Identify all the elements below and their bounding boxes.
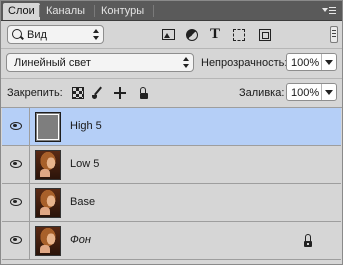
tab-separator [39, 5, 40, 17]
eye-icon [10, 160, 22, 168]
eye-icon [10, 236, 22, 244]
panel-tab-bar: Слои Каналы Контуры [1, 1, 342, 21]
lock-label: Закрепить: [7, 87, 63, 99]
visibility-toggle[interactable] [2, 184, 30, 222]
layer-thumbnail [35, 150, 61, 180]
opacity-label: Непрозрачность: [201, 57, 288, 69]
type-filter-icon[interactable]: T [210, 26, 223, 42]
image-filter-icon[interactable] [162, 29, 175, 40]
opacity-value: 100% [291, 57, 320, 69]
lock-transparent-pixels-icon[interactable] [72, 87, 84, 99]
panel-menu-icon[interactable] [322, 4, 336, 16]
layer-name[interactable]: High 5 [70, 120, 102, 132]
layer-row[interactable]: Base [2, 184, 341, 222]
up-down-arrows-icon [93, 29, 99, 40]
lock-position-icon[interactable] [114, 87, 126, 99]
smart-object-filter-icon[interactable] [259, 29, 271, 41]
fill-dropdown-arrow[interactable] [321, 84, 336, 100]
layers-panel: Слои Каналы Контуры Вид T Линейный свет … [0, 0, 343, 265]
layer-row[interactable]: Фон [2, 222, 341, 260]
blend-mode-value: Линейный свет [14, 57, 91, 69]
layers-list: High 5 Low 5 Base Фон [2, 108, 341, 264]
layer-name[interactable]: Фон [70, 234, 91, 246]
visibility-toggle[interactable] [2, 146, 30, 184]
tab-separator [153, 5, 154, 17]
tab-paths[interactable]: Контуры [96, 3, 149, 20]
divider [1, 48, 342, 49]
divider [1, 78, 342, 79]
opacity-dropdown-arrow[interactable] [321, 54, 336, 70]
fill-value: 100% [291, 87, 320, 99]
fill-field[interactable]: 100% [286, 83, 337, 101]
lock-icon[interactable] [302, 234, 314, 247]
visibility-toggle[interactable] [2, 108, 30, 146]
layer-thumbnail [35, 112, 61, 142]
opacity-field[interactable]: 100% [286, 53, 337, 71]
filter-kind-select[interactable]: Вид [7, 25, 104, 44]
layer-row[interactable]: High 5 [2, 108, 341, 146]
tab-channels[interactable]: Каналы [41, 3, 90, 20]
tab-layers[interactable]: Слои [3, 3, 40, 20]
fill-label: Заливка: [239, 87, 285, 99]
lock-image-pixels-icon[interactable] [92, 87, 104, 99]
lock-all-icon[interactable] [138, 87, 150, 99]
visibility-toggle[interactable] [2, 222, 30, 260]
layer-name[interactable]: Low 5 [70, 158, 99, 170]
layer-row[interactable]: Low 5 [2, 146, 341, 184]
up-down-arrows-icon [183, 57, 189, 68]
layer-thumbnail [35, 188, 61, 218]
eye-icon [10, 122, 22, 130]
eye-icon [10, 198, 22, 206]
filter-toggle-switch[interactable] [330, 26, 338, 43]
adjustment-filter-icon[interactable] [186, 29, 198, 41]
layer-name[interactable]: Base [70, 196, 95, 208]
blend-mode-select[interactable]: Линейный свет [6, 53, 194, 72]
tab-separator [94, 5, 95, 17]
filter-kind-label: Вид [27, 29, 47, 41]
search-icon [12, 29, 22, 39]
shape-filter-icon[interactable] [233, 29, 245, 41]
layer-thumbnail [35, 226, 61, 256]
